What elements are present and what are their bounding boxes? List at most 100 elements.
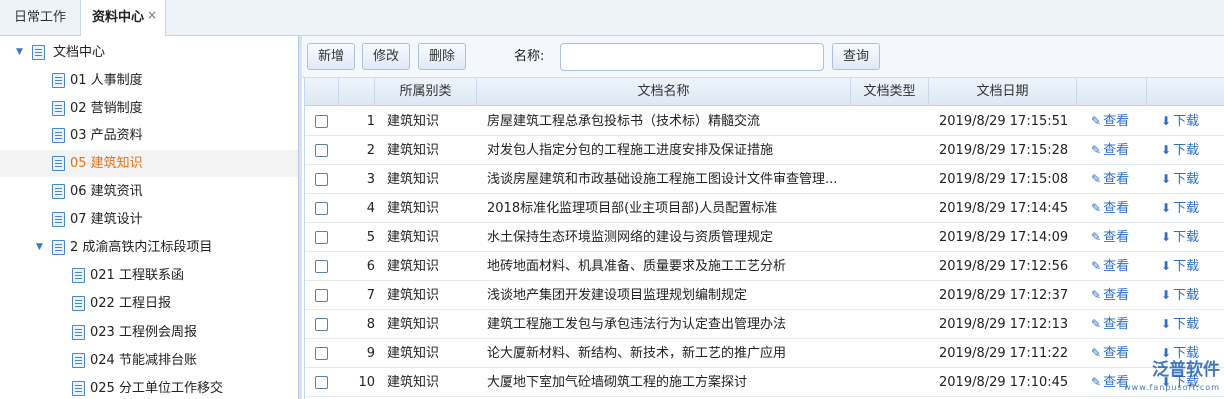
view-link[interactable]: ✎ 查看 (1091, 136, 1141, 165)
download-label: 下载 (1173, 317, 1200, 332)
edit-icon: ✎ (1091, 317, 1102, 331)
view-link[interactable]: ✎ 查看 (1091, 165, 1141, 194)
name-search-input[interactable] (560, 43, 824, 71)
row-doc-name: 地砖地面材料、机具准备、质量要求及施工工艺分析 (487, 259, 787, 274)
row-checkbox[interactable] (315, 376, 328, 389)
row-date: 2019/8/29 17:12:13 (939, 317, 1069, 332)
row-doc-name: 浅谈地产集团开发建设项目监理规划编制规定 (487, 288, 748, 303)
row-checkbox[interactable] (315, 289, 328, 302)
header-name[interactable]: 文档名称 (477, 78, 851, 106)
view-link[interactable]: ✎ 查看 (1091, 194, 1141, 223)
view-link[interactable]: ✎ 查看 (1091, 223, 1141, 252)
row-category: 建筑知识 (387, 230, 440, 245)
download-icon: ⬇ (1161, 317, 1172, 331)
table-header: 所属别类 文档名称 文档类型 文档日期 (305, 78, 1224, 106)
row-category: 建筑知识 (387, 317, 440, 332)
tree-subitem[interactable]: 023 工程例会周报 (0, 319, 298, 346)
row-checkbox[interactable] (315, 260, 328, 273)
row-index: 9 (366, 346, 375, 361)
view-link[interactable]: ✎ 查看 (1091, 310, 1141, 339)
table-row[interactable]: 9 建筑知识 论大厦新材料、新结构、新技术，新工艺的推广应用 2019/8/29 17… (305, 339, 1224, 368)
table-row[interactable]: 2 建筑知识 对发包人指定分包的工程施工进度安排及保证措施 2019/8/29 17:… (305, 136, 1224, 165)
row-checkbox[interactable] (315, 347, 328, 360)
tree-item-label: 02 营销制度 (70, 101, 143, 116)
view-label: 查看 (1103, 288, 1130, 303)
table-row[interactable]: 10 建筑知识 大厦地下室加气砼墙砌筑工程的施工方案探讨 2019/8/29 17:1… (305, 368, 1224, 397)
download-label: 下载 (1173, 143, 1200, 158)
search-button[interactable]: 查询 (832, 43, 880, 70)
watermark-logo: 泛普软件 www.fanpusoft.com (1124, 361, 1220, 397)
delete-button[interactable]: 删除 (418, 43, 466, 70)
tree-subitem[interactable]: 024 节能减排台账 (0, 347, 298, 374)
view-link[interactable]: ✎ 查看 (1091, 252, 1141, 281)
tree-subitem[interactable]: 025 分工单位工作移交 (0, 375, 298, 399)
table-row[interactable]: 8 建筑知识 建筑工程施工发包与承包违法行为认定查出管理办法 2019/8/29 17… (305, 310, 1224, 339)
row-date: 2019/8/29 17:15:51 (939, 114, 1069, 129)
table-row[interactable]: 5 建筑知识 水土保持生态环境监测网络的建设与资质管理规定 2019/8/29 17:… (305, 223, 1224, 252)
document-icon (32, 45, 45, 60)
row-doc-name: 论大厦新材料、新结构、新技术，新工艺的推广应用 (487, 346, 787, 361)
document-tree: ▼ 文档中心 01 人事制度 02 营销制度 03 产品资料 05 建筑知识 0… (0, 36, 298, 399)
view-label: 查看 (1103, 201, 1130, 216)
add-button[interactable]: 新增 (307, 43, 355, 70)
tree-root[interactable]: ▼ 文档中心 (0, 39, 298, 66)
tree-item[interactable]: 01 人事制度 (0, 67, 298, 94)
tree-subitem-label: 025 分工单位工作移交 (90, 381, 223, 396)
download-link[interactable]: ⬇ 下载 (1161, 252, 1211, 281)
tree-item[interactable]: 03 产品资料 (0, 122, 298, 149)
tree-item-label: 07 建筑设计 (70, 212, 143, 227)
tab-daily-work[interactable]: 日常工作 (0, 0, 80, 36)
close-icon[interactable]: × (147, 0, 157, 33)
download-label: 下载 (1173, 288, 1200, 303)
row-checkbox[interactable] (315, 202, 328, 215)
view-link[interactable]: ✎ 查看 (1091, 107, 1141, 136)
download-link[interactable]: ⬇ 下载 (1161, 310, 1211, 339)
download-icon: ⬇ (1161, 288, 1172, 302)
download-link[interactable]: ⬇ 下载 (1161, 136, 1211, 165)
row-checkbox[interactable] (315, 115, 328, 128)
name-label: 名称: (514, 49, 545, 64)
download-label: 下载 (1173, 346, 1200, 361)
table-row[interactable]: 3 建筑知识 浅谈房屋建筑和市政基础设施工程施工图设计文件审查管理... 2019/8… (305, 165, 1224, 194)
row-checkbox[interactable] (315, 318, 328, 331)
tree-subitem[interactable]: 021 工程联系函 (0, 262, 298, 289)
tree-item-selected[interactable]: 05 建筑知识 (0, 150, 298, 177)
expand-icon[interactable]: ▼ (16, 39, 23, 66)
document-icon (72, 296, 85, 311)
table-row[interactable]: 6 建筑知识 地砖地面材料、机具准备、质量要求及施工工艺分析 2019/8/29 17… (305, 252, 1224, 281)
edit-icon: ✎ (1091, 172, 1102, 186)
tree-subitem[interactable]: 022 工程日报 (0, 290, 298, 317)
document-icon (72, 325, 85, 340)
row-checkbox[interactable] (315, 231, 328, 244)
row-checkbox[interactable] (315, 173, 328, 186)
download-link[interactable]: ⬇ 下载 (1161, 223, 1211, 252)
header-category[interactable]: 所属别类 (375, 78, 477, 106)
tree-item[interactable]: 02 营销制度 (0, 95, 298, 122)
expand-icon[interactable]: ▼ (36, 234, 43, 261)
tab-resource-center[interactable]: 资料中心 × (80, 0, 166, 37)
edit-button[interactable]: 修改 (362, 43, 410, 70)
tree-project[interactable]: ▼ 2 成渝高铁内江标段项目 (0, 234, 298, 261)
table-row[interactable]: 1 建筑知识 房屋建筑工程总承包投标书（技术标）精髓交流 2019/8/29 17:1… (305, 107, 1224, 136)
header-index (339, 78, 375, 106)
table-row[interactable]: 7 建筑知识 浅谈地产集团开发建设项目监理规划编制规定 2019/8/29 17:12… (305, 281, 1224, 310)
main-panel: 新增 修改 删除 名称: 查询 所属别类 文档名称 文档类型 文档日期 1 建筑知… (302, 36, 1224, 399)
download-link[interactable]: ⬇ 下载 (1161, 107, 1211, 136)
table-row[interactable]: 4 建筑知识 2018标准化监理项目部(业主项目部)人员配置标准 2019/8/29 … (305, 194, 1224, 223)
row-category: 建筑知识 (387, 375, 440, 390)
row-date: 2019/8/29 17:15:08 (939, 172, 1069, 187)
download-link[interactable]: ⬇ 下载 (1161, 281, 1211, 310)
header-type[interactable]: 文档类型 (851, 78, 929, 106)
row-doc-name: 2018标准化监理项目部(业主项目部)人员配置标准 (487, 201, 778, 216)
header-date[interactable]: 文档日期 (929, 78, 1077, 106)
tree-subitem-label: 021 工程联系函 (90, 268, 184, 283)
tree-item-label: 03 产品资料 (70, 128, 143, 143)
download-link[interactable]: ⬇ 下载 (1161, 194, 1211, 223)
row-checkbox[interactable] (315, 144, 328, 157)
document-icon (72, 268, 85, 283)
view-link[interactable]: ✎ 查看 (1091, 281, 1141, 310)
download-link[interactable]: ⬇ 下载 (1161, 165, 1211, 194)
tree-item[interactable]: 06 建筑资讯 (0, 178, 298, 205)
row-category: 建筑知识 (387, 172, 440, 187)
tree-item[interactable]: 07 建筑设计 (0, 206, 298, 233)
